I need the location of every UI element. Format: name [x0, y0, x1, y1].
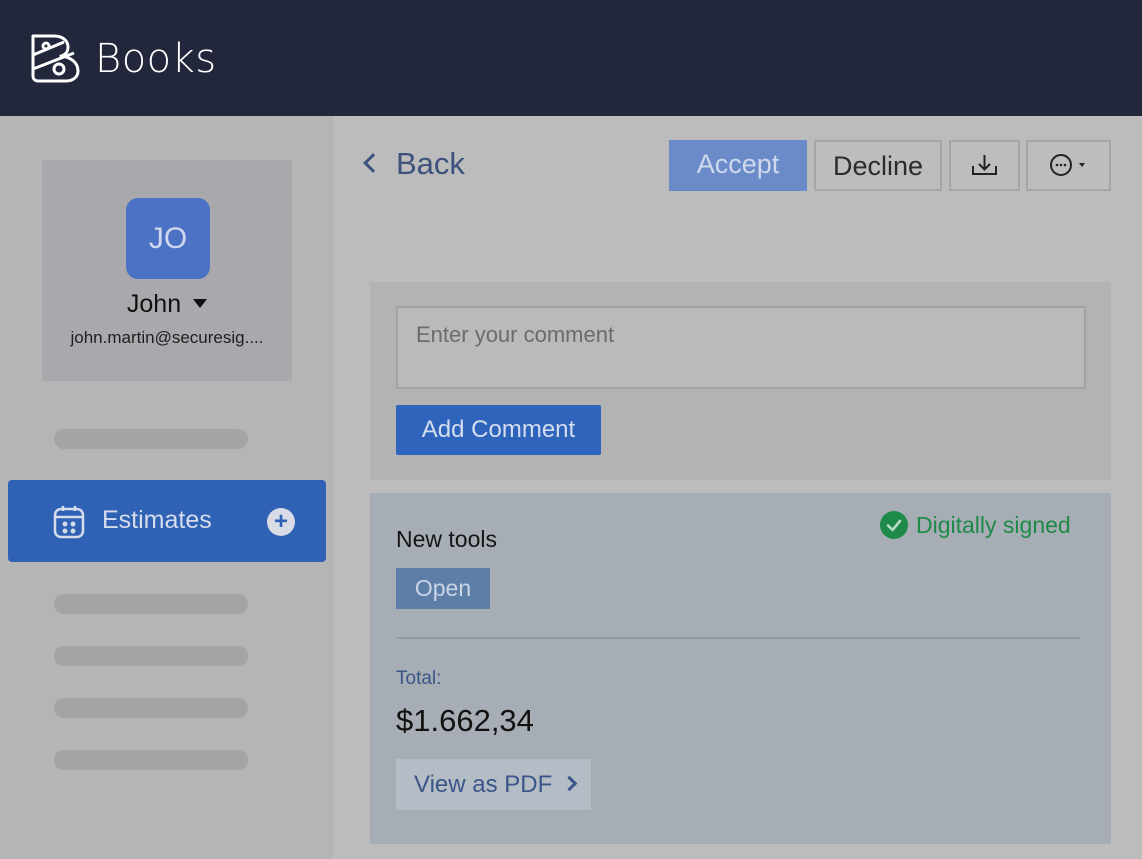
profile-name-dropdown[interactable]: John: [42, 290, 292, 319]
calendar-icon: [53, 506, 85, 539]
sidebar-item-label: Estimates: [102, 506, 212, 534]
more-options-button[interactable]: [1026, 140, 1111, 191]
back-label: Back: [396, 146, 465, 181]
books-logo-icon: [31, 34, 80, 83]
signed-status: Digitally signed: [880, 510, 1071, 541]
top-bar: Books: [0, 0, 1142, 116]
signed-label: Digitally signed: [916, 512, 1071, 538]
profile-name: John: [126, 290, 182, 318]
sidebar-item-estimates[interactable]: Estimates +: [8, 480, 326, 562]
add-comment-button[interactable]: Add Comment: [396, 405, 601, 455]
avatar[interactable]: JO: [126, 198, 210, 279]
decline-button[interactable]: Decline: [814, 140, 942, 191]
comment-panel: Add Comment: [370, 282, 1111, 480]
estimate-title: New tools: [396, 526, 497, 552]
sidebar: JO John john.martin@securesig.... Estima…: [0, 116, 334, 859]
caret-down-icon: [193, 298, 208, 308]
accept-button[interactable]: Accept: [669, 140, 807, 191]
profile-email: john.martin@securesig....: [70, 328, 264, 347]
total-label: Total:: [396, 668, 442, 689]
status-badge: Open: [396, 568, 490, 609]
more-options-icon: [1050, 154, 1085, 176]
nav-item-placeholder: [54, 429, 248, 449]
app-name: Books: [95, 36, 217, 82]
comment-input[interactable]: [396, 306, 1086, 389]
divider: [396, 637, 1080, 639]
chevron-right-icon: [562, 775, 578, 792]
download-button[interactable]: [949, 140, 1020, 191]
back-button[interactable]: Back: [363, 146, 465, 182]
nav-item-placeholder: [54, 750, 248, 770]
nav-item-placeholder: [54, 594, 248, 614]
nav-item-placeholder: [54, 646, 248, 666]
download-icon: [972, 155, 997, 175]
total-value: $1.662,34: [396, 703, 534, 738]
profile-card: JO John john.martin@securesig....: [42, 160, 292, 381]
view-pdf-label: View as PDF: [414, 771, 553, 798]
plus-icon[interactable]: +: [267, 508, 295, 536]
view-pdf-button[interactable]: View as PDF: [396, 759, 591, 810]
nav-item-placeholder: [54, 698, 248, 718]
check-circle-icon: [880, 510, 908, 539]
chevron-left-icon: [363, 153, 383, 173]
estimate-card: New tools Digitally signed Open Total: $…: [370, 493, 1111, 844]
main-content: Back Accept Decline Add Comment New tool…: [334, 116, 1142, 859]
